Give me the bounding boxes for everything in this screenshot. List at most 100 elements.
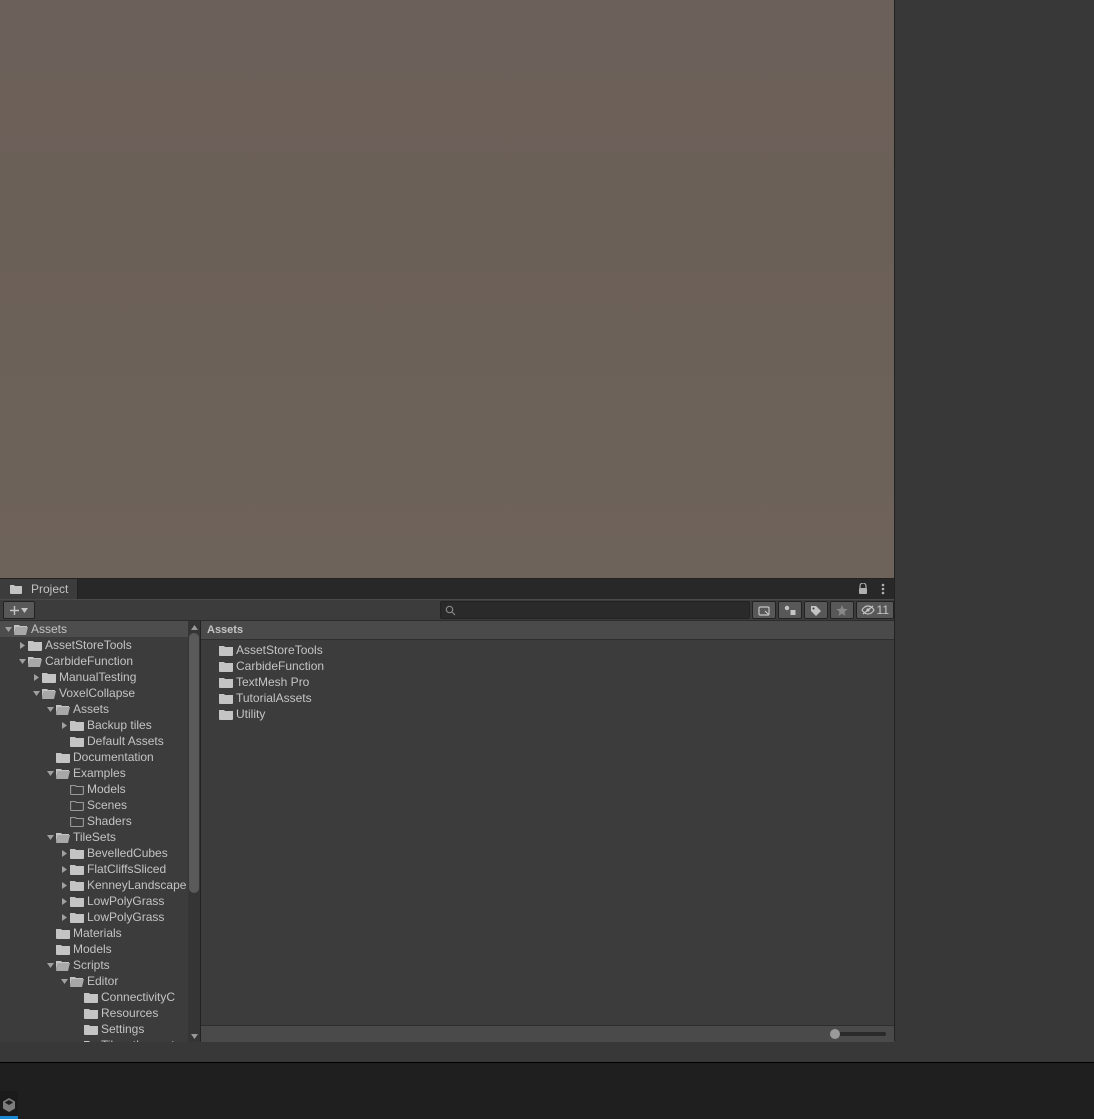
folder-open-icon [70,974,84,988]
tree-item[interactable]: BevelledCubes [0,845,188,861]
tree-item-label: Materials [73,926,122,940]
chevron-right-icon[interactable] [58,722,70,729]
slider-knob[interactable] [830,1029,840,1039]
folder-open-icon [56,766,70,780]
tree-item[interactable]: VoxelCollapse [0,685,188,701]
folder-icon [219,707,233,721]
tree-item[interactable]: Scenes [0,797,188,813]
tree-item[interactable]: TilesetInspector [0,1037,188,1042]
hidden-items-button[interactable]: 11 [856,601,894,619]
tree-item[interactable]: TileSets [0,829,188,845]
content-item[interactable]: Utility [201,706,894,722]
scene-viewport[interactable] [0,0,894,578]
favorites-button[interactable] [830,601,854,619]
chevron-down-icon [21,608,28,613]
folder-icon [219,691,233,705]
tree-item-label: ConnectivityC [101,990,175,1004]
kebab-menu-icon[interactable] [874,580,892,598]
tree-item[interactable]: Models [0,781,188,797]
scroll-up-icon[interactable] [188,621,200,633]
content-item[interactable]: TextMesh Pro [201,674,894,690]
chevron-right-icon[interactable] [30,674,42,681]
tree-item[interactable]: Shaders [0,813,188,829]
tree-item[interactable]: AssetStoreTools [0,637,188,653]
folder-icon [84,1006,98,1020]
folder-icon [56,926,70,940]
tree-item[interactable]: Resources [0,1005,188,1021]
tree-item-label: Settings [101,1022,144,1036]
tree-item-label: Default Assets [87,734,164,748]
tree-item[interactable]: Scripts [0,957,188,973]
content-item[interactable]: TutorialAssets [201,690,894,706]
tree-item[interactable]: Default Assets [0,733,188,749]
tree-scrollbar[interactable] [188,621,200,1042]
box-icon [758,605,770,616]
folder-icon [56,942,70,956]
scroll-thumb[interactable] [189,633,199,893]
project-toolbar: 11 [0,599,894,621]
filter-by-label-button[interactable] [804,601,828,619]
chevron-down-icon[interactable] [2,627,14,632]
tree-item[interactable]: Materials [0,925,188,941]
breadcrumb[interactable]: Assets [201,621,894,640]
chevron-right-icon[interactable] [58,898,70,905]
tree-item[interactable]: ManualTesting [0,669,188,685]
chevron-right-icon[interactable] [58,866,70,873]
chevron-right-icon[interactable] [16,642,28,649]
search-input[interactable] [440,601,750,619]
tree-item[interactable]: Examples [0,765,188,781]
tree-item[interactable]: CarbideFunction [0,653,188,669]
tree-item[interactable]: Backup tiles [0,717,188,733]
tree-item[interactable]: Settings [0,1021,188,1037]
folder-icon [70,894,84,908]
content-item[interactable]: AssetStoreTools [201,642,894,658]
folder-icon [84,1038,98,1042]
plus-icon [10,606,19,615]
add-button[interactable] [3,601,35,619]
tree-item[interactable]: Assets [0,701,188,717]
tree-item-label: Editor [87,974,118,988]
tree-item[interactable]: LowPolyGrass [0,909,188,925]
chevron-right-icon[interactable] [58,850,70,857]
content-item-label: AssetStoreTools [236,643,323,657]
tree-item[interactable]: LowPolyGrass [0,893,188,909]
tree-item[interactable]: Editor [0,973,188,989]
tree-item-label: KenneyLandscape [87,878,186,892]
folder-open-icon [28,654,42,668]
chevron-down-icon[interactable] [30,691,42,696]
tree-item[interactable]: FlatCliffsSliced [0,861,188,877]
chevron-down-icon[interactable] [16,659,28,664]
tab-project[interactable]: Project [0,579,78,599]
chevron-down-icon[interactable] [44,707,56,712]
content-item-label: CarbideFunction [236,659,324,673]
project-tree-scroll[interactable]: AssetsAssetStoreToolsCarbideFunctionManu… [0,621,200,1042]
tree-item-label: Assets [31,622,67,636]
tree-item[interactable]: Documentation [0,749,188,765]
content-item[interactable]: CarbideFunction [201,658,894,674]
tree-item[interactable]: Models [0,941,188,957]
thumbnail-size-slider[interactable] [830,1032,886,1036]
folder-icon [42,670,56,684]
chevron-right-icon[interactable] [58,914,70,921]
chevron-down-icon[interactable] [58,979,70,984]
search-icon [445,605,456,616]
tree-item-label: TilesetInspector [101,1038,185,1042]
tree-item-label: Scripts [73,958,110,972]
chevron-down-icon[interactable] [44,963,56,968]
lock-icon[interactable] [854,580,872,598]
filter-by-type-button[interactable] [778,601,802,619]
scroll-down-icon[interactable] [188,1030,200,1042]
tree-item[interactable]: KenneyLandscape [0,877,188,893]
chevron-down-icon[interactable] [44,771,56,776]
chevron-down-icon[interactable] [44,835,56,840]
chevron-right-icon[interactable] [58,882,70,889]
tree-item-label: ManualTesting [59,670,136,684]
content-list[interactable]: AssetStoreTools CarbideFunctionTextMesh P… [201,640,894,1025]
hidden-count: 11 [877,603,889,617]
unity-logo-icon[interactable] [0,1091,18,1119]
tree-item[interactable]: ConnectivityC [0,989,188,1005]
tree-item[interactable]: Assets [0,621,188,637]
search-in-packages-button[interactable] [752,601,776,619]
folder-open-icon [56,958,70,972]
tree-item-label: Models [87,782,126,796]
